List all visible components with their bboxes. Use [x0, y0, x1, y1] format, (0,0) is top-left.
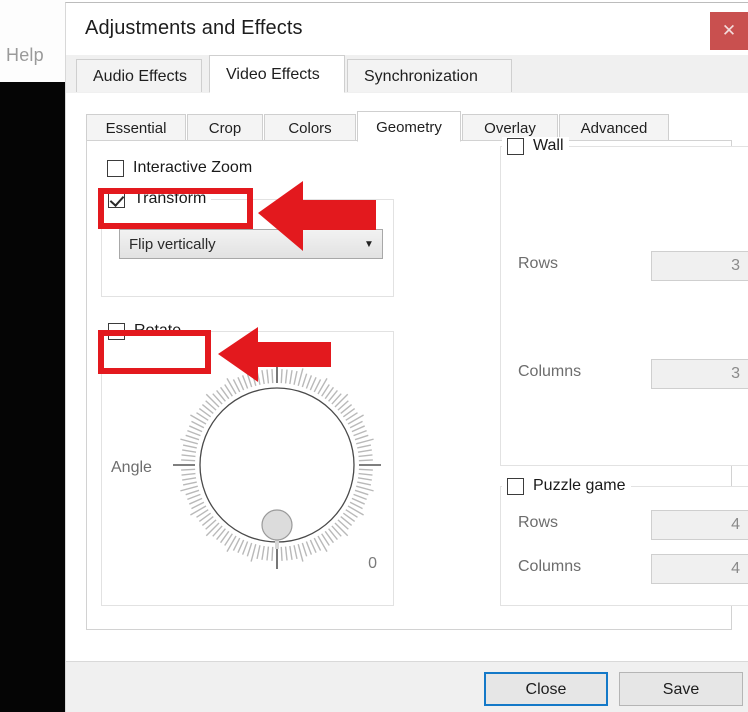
main-tab-bar: Audio Effects Video Effects Synchronizat… — [66, 55, 748, 94]
puzzle-columns-label: Columns — [518, 558, 582, 575]
wall-rows-row: Rows 3 ▲ ▼ — [500, 251, 748, 281]
checkbox-box-icon — [107, 159, 124, 177]
wall-group-body: Rows 3 ▲ ▼ Columns — [500, 146, 748, 466]
dialog-title: Adjustments and Effects — [85, 17, 303, 39]
wall-rows-label: Rows — [518, 255, 559, 272]
tab-synchronization[interactable]: Synchronization — [347, 59, 512, 92]
transform-group-body: Flip vertically ▼ — [101, 199, 394, 297]
subtab-advanced[interactable]: Advanced — [559, 114, 669, 141]
dialog-titlebar: Adjustments and Effects ✕ — [66, 3, 748, 55]
close-button[interactable]: Close — [484, 672, 608, 706]
puzzle-rows-value: 4 — [731, 516, 740, 533]
puzzle-columns-value: 4 — [731, 560, 740, 577]
geometry-right-column: Wall Rows 3 ▲ ▼ — [405, 137, 748, 631]
wall-columns-row: Columns 3 ▲ ▼ — [500, 359, 748, 389]
puzzle-rows-spinbox[interactable]: 4 ▲ ▼ — [651, 510, 748, 540]
close-window-button[interactable]: ✕ — [710, 12, 748, 50]
puzzle-rows-row: Rows 4 ▲ ▼ — [500, 510, 748, 540]
angle-value: 0 — [368, 555, 377, 572]
chevron-down-icon: ▼ — [364, 238, 374, 250]
save-button[interactable]: Save — [619, 672, 743, 706]
puzzle-rows-label: Rows — [518, 514, 559, 531]
wall-columns-label: Columns — [518, 363, 582, 380]
puzzle-columns-spinbox[interactable]: 4 ▲ ▼ — [651, 554, 748, 584]
checkbox-interactive-zoom[interactable]: Interactive Zoom — [103, 159, 257, 177]
wall-columns-value: 3 — [731, 365, 740, 382]
transform-mode-dropdown[interactable]: Flip vertically ▼ — [119, 229, 383, 259]
wall-rows-value: 3 — [731, 257, 740, 274]
screenshot-root: Help Adjustments and Effects ✕ Audio Eff… — [0, 0, 748, 712]
video-effects-panel: Essential Crop Colors Geometry Overlay A… — [66, 93, 748, 661]
video-effects-sub-tab-bar: Essential Crop Colors Geometry Overlay A… — [86, 111, 732, 142]
subtab-crop[interactable]: Crop — [187, 114, 263, 141]
adjustments-and-effects-dialog: Adjustments and Effects ✕ Audio Effects … — [65, 2, 748, 712]
tab-video-effects[interactable]: Video Effects — [209, 55, 345, 93]
wall-rows-spinbox[interactable]: 3 ▲ ▼ — [651, 251, 748, 281]
background-app-menubar — [0, 0, 66, 82]
angle-dial[interactable]: 0 — [167, 353, 387, 583]
background-video-area — [0, 82, 66, 712]
wall-columns-spinbox[interactable]: 3 ▲ ▼ — [651, 359, 748, 389]
puzzle-group-body: Rows 4 ▲ ▼ Columns — [500, 486, 748, 606]
rotate-group-body: Angle 0 — [101, 331, 394, 606]
geometry-page: Interactive Zoom Transform Flip vertical… — [86, 137, 748, 631]
subtab-colors[interactable]: Colors — [264, 114, 356, 141]
angle-label: Angle — [111, 459, 152, 476]
puzzle-columns-row: Columns 4 ▲ ▼ — [500, 554, 748, 584]
dialog-footer: Close Save — [66, 661, 748, 712]
tab-audio-effects[interactable]: Audio Effects — [76, 59, 202, 92]
subtab-essential[interactable]: Essential — [86, 114, 186, 141]
angle-dial-graphic[interactable] — [167, 353, 387, 583]
checkbox-label-interactive-zoom: Interactive Zoom — [133, 159, 253, 176]
transform-mode-value: Flip vertically — [129, 235, 216, 253]
menu-item-help[interactable]: Help — [6, 45, 64, 66]
subtab-geometry[interactable]: Geometry — [357, 111, 461, 142]
